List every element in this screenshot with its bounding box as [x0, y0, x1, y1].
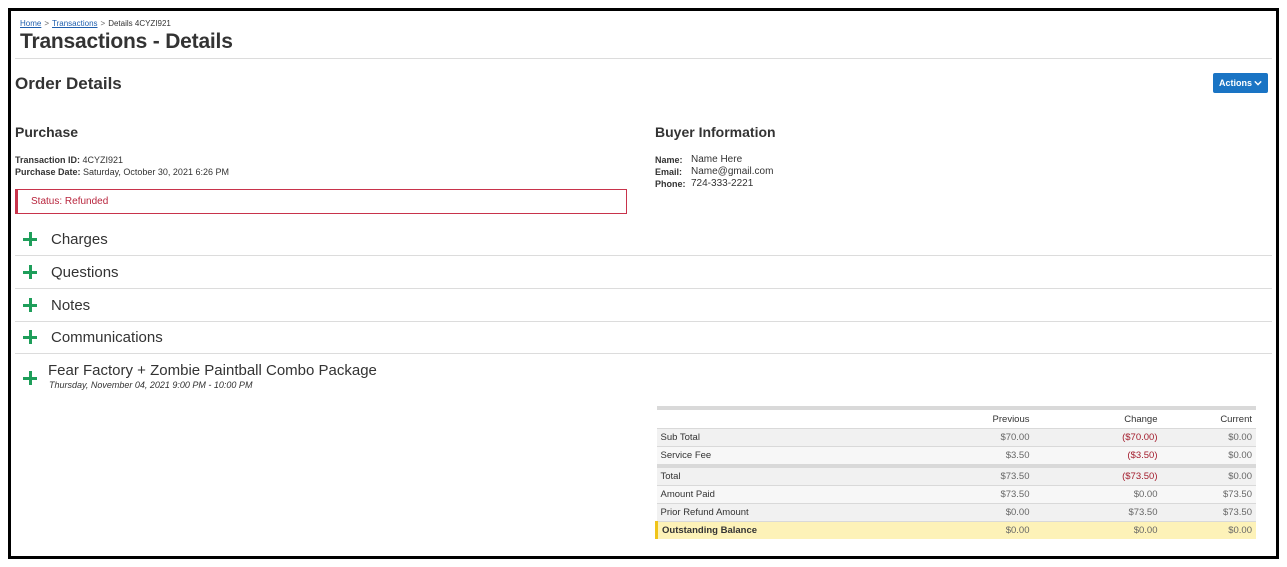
table-row: Prior Refund Amount $0.00 $73.50 $73.50 — [656, 503, 1256, 522]
previous-value: $3.50 — [944, 446, 1034, 466]
current-value: $0.00 — [1161, 428, 1256, 447]
change-value: ($73.50) — [1033, 464, 1162, 486]
plus-icon — [23, 371, 37, 385]
section-label: Notes — [51, 296, 91, 314]
breadcrumb-home-link[interactable]: Home — [20, 19, 41, 28]
purchase-date-label: Purchase Date: — [15, 167, 81, 177]
change-value: $0.00 — [1033, 521, 1162, 539]
breadcrumb-separator: > — [100, 19, 106, 28]
plus-icon — [23, 265, 37, 279]
transaction-id-value: 4CYZI921 — [82, 155, 124, 165]
buyer-email-label: Email: — [655, 167, 683, 177]
previous-value: $73.50 — [944, 464, 1034, 486]
table-row: Amount Paid $73.50 $0.00 $73.50 — [656, 485, 1256, 504]
change-value: $73.50 — [1033, 503, 1162, 522]
totals-header-row: Previous Change Current — [656, 408, 1256, 429]
row-label: Total — [656, 464, 945, 486]
buyer-phone-label: Phone: — [655, 179, 686, 189]
column-header: Current — [1161, 408, 1256, 429]
divider — [15, 58, 1272, 59]
outstanding-balance-row: Outstanding Balance $0.00 $0.00 $0.00 — [655, 521, 1256, 539]
actions-button[interactable]: Actions — [1213, 73, 1268, 93]
order-details-title: Order Details — [15, 74, 122, 93]
row-label: Sub Total — [656, 428, 945, 447]
event-date: Thursday, November 04, 2021 9:00 PM - 10… — [49, 380, 253, 390]
section-label: Charges — [51, 230, 108, 248]
breadcrumb-transactions-link[interactable]: Transactions — [52, 19, 98, 28]
buyer-heading: Buyer Information — [655, 124, 776, 140]
change-value: ($70.00) — [1033, 428, 1162, 447]
current-value: $0.00 — [1161, 464, 1256, 486]
column-header — [656, 408, 945, 429]
section-questions[interactable]: Questions — [15, 256, 1272, 289]
change-value: $0.00 — [1033, 485, 1162, 504]
current-value: $73.50 — [1161, 503, 1256, 522]
change-value: ($3.50) — [1033, 446, 1162, 466]
purchase-date-value: Saturday, October 30, 2021 6:26 PM — [83, 167, 229, 177]
previous-value: $70.00 — [944, 428, 1034, 447]
buyer-info: Name: Name Here Email: Name@gmail.com Phon… — [655, 154, 773, 190]
page-frame: Home > Transactions > Details 4CYZI921 Trans… — [8, 8, 1279, 559]
buyer-phone-value: 724-333-2221 — [691, 178, 754, 189]
section-charges[interactable]: Charges — [15, 223, 1272, 256]
breadcrumb-current: Details 4CYZI921 — [108, 19, 171, 28]
row-label: Amount Paid — [656, 485, 945, 504]
plus-icon — [23, 298, 37, 312]
previous-value: $0.00 — [944, 521, 1034, 539]
purchase-info: Transaction ID: 4CYZI921 Purchase Date: … — [15, 154, 229, 178]
current-value: $0.00 — [1161, 446, 1256, 466]
actions-label: Actions — [1218, 78, 1252, 88]
current-value: $0.00 — [1161, 521, 1256, 539]
buyer-name-value: Name Here — [691, 154, 743, 165]
buyer-name-label: Name: — [655, 155, 683, 165]
table-row: Total $73.50 ($73.50) $0.00 — [656, 464, 1256, 486]
status-text: Status: Refunded — [31, 196, 109, 207]
section-label: Questions — [51, 263, 119, 281]
chevron-down-icon — [1254, 80, 1262, 86]
column-header: Change — [1033, 408, 1162, 429]
previous-value: $0.00 — [944, 503, 1034, 522]
plus-icon — [23, 330, 37, 344]
breadcrumb: Home > Transactions > Details 4CYZI921 — [20, 19, 171, 28]
plus-icon — [23, 232, 37, 246]
row-label: Prior Refund Amount — [656, 503, 945, 522]
breadcrumb-separator: > — [44, 19, 50, 28]
transaction-id-label: Transaction ID: — [15, 155, 81, 165]
table-row: Service Fee $3.50 ($3.50) $0.00 — [656, 446, 1256, 466]
buyer-email-value: Name@gmail.com — [691, 166, 774, 177]
column-header: Previous — [944, 408, 1034, 429]
purchase-heading: Purchase — [15, 124, 79, 140]
row-label: Outstanding Balance — [655, 521, 945, 539]
section-communications[interactable]: Communications — [15, 321, 1272, 354]
section-label: Communications — [51, 328, 163, 346]
table-row: Sub Total $70.00 ($70.00) $0.00 — [656, 428, 1256, 447]
page-title: Transactions - Details — [20, 30, 233, 53]
status-alert: Status: Refunded — [15, 189, 627, 214]
section-notes[interactable]: Notes — [15, 289, 1272, 322]
totals-table: Previous Change Current Sub Total $70.00… — [655, 406, 1256, 539]
previous-value: $73.50 — [944, 485, 1034, 504]
current-value: $73.50 — [1161, 485, 1256, 504]
event-name: Fear Factory + Zombie Paintball Combo Pa… — [48, 362, 377, 379]
row-label: Service Fee — [656, 446, 945, 466]
